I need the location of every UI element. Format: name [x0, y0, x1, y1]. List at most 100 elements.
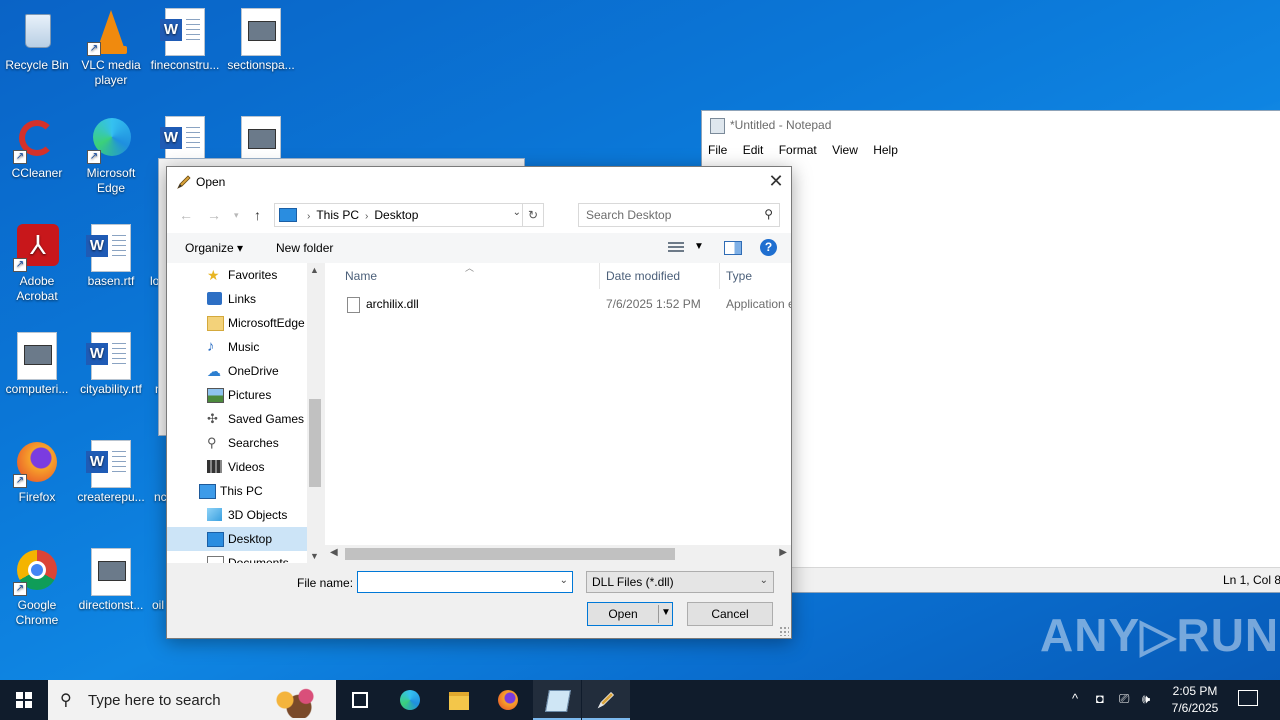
desktop-icon-vlc[interactable]: ↗ VLC media player	[74, 8, 148, 88]
scrollbar-thumb[interactable]	[345, 548, 675, 560]
menu-file[interactable]: File	[708, 143, 727, 157]
anyrun-watermark: ANY▷RUN	[1040, 609, 1280, 661]
nav-item-this-pc[interactable]: This PC	[167, 479, 307, 503]
desktop-icon-sectionspa[interactable]: sectionspa...	[224, 8, 298, 73]
file-name-input[interactable]: ⌄	[357, 571, 573, 593]
desktop-icon-cityability[interactable]: W cityability.rtf	[74, 332, 148, 397]
address-dropdown-icon[interactable]: ⌄	[513, 207, 521, 218]
new-folder-button[interactable]: New folder	[276, 241, 333, 255]
taskbar-open-dialog-app[interactable]	[582, 680, 630, 720]
nav-item-searches[interactable]: ⚲ Searches	[167, 431, 307, 455]
column-header-date-modified[interactable]: Date modified	[606, 263, 680, 289]
scroll-up-arrow-icon[interactable]: ▲	[310, 265, 319, 275]
menu-edit[interactable]: Edit	[743, 143, 764, 157]
chevron-up-icon[interactable]: ^	[1072, 691, 1078, 706]
refresh-icon[interactable]: ↻	[522, 204, 543, 226]
file-type-select[interactable]: DLL Files (*.dll) ⌄	[586, 571, 774, 593]
nav-item-music[interactable]: ♪ Music	[167, 335, 307, 359]
back-arrow-icon[interactable]: ←	[179, 207, 193, 223]
desktop-icon-basen[interactable]: W basen.rtf	[74, 224, 148, 289]
desktop-icon-chrome[interactable]: ↗ Google Chrome	[0, 548, 74, 628]
desktop-icon-firefox[interactable]: ↗ Firefox	[0, 440, 74, 505]
help-icon[interactable]: ?	[760, 239, 777, 256]
desktop-icon-computeri[interactable]: computeri...	[0, 332, 74, 397]
open-button[interactable]: Open ▼	[587, 602, 673, 626]
desktop-icon-edge[interactable]: ↗ Microsoft Edge	[74, 116, 148, 196]
meet-now-icon[interactable]: ◘	[1096, 691, 1104, 706]
this-pc-icon	[279, 208, 297, 222]
taskbar-search-box[interactable]: ⚲ Type here to search	[48, 680, 336, 720]
address-bar[interactable]: › This PC › Desktop ⌄ ↻	[274, 203, 544, 227]
menu-format[interactable]: Format	[779, 143, 817, 157]
open-options-dropdown-icon[interactable]: ▼	[661, 607, 671, 618]
organize-button[interactable]: Organize ▾	[185, 241, 243, 255]
word-document-icon: W	[160, 8, 209, 56]
scroll-left-arrow-icon[interactable]: ◀	[330, 547, 338, 558]
folder-icon	[207, 316, 224, 331]
notification-center-icon[interactable]	[1238, 690, 1258, 706]
breadcrumb-this-pc[interactable]: This PC	[316, 208, 359, 222]
column-divider[interactable]	[599, 263, 600, 289]
scrollbar-thumb[interactable]	[309, 399, 321, 487]
start-button[interactable]	[0, 680, 48, 720]
nav-item-saved-games[interactable]: ✣ Saved Games	[167, 407, 307, 431]
view-dropdown-icon[interactable]: ▼	[694, 241, 704, 252]
cancel-button[interactable]: Cancel	[687, 602, 773, 626]
desktop-icon-fineconstru[interactable]: W fineconstru...	[148, 8, 222, 73]
nav-item-favorites[interactable]: ★ Favorites	[167, 263, 307, 287]
breadcrumb-desktop[interactable]: Desktop	[374, 208, 418, 222]
desktop-icon-acrobat[interactable]: ⅄ ↗ Adobe Acrobat	[0, 224, 74, 304]
close-button[interactable]: ✕	[761, 167, 791, 197]
desktop-icon-recycle-bin[interactable]: Recycle Bin	[0, 8, 74, 73]
taskbar-firefox[interactable]	[484, 680, 532, 720]
notepad-titlebar[interactable]: *Untitled - Notepad	[702, 111, 1280, 139]
taskbar-notepad[interactable]	[533, 680, 581, 720]
dialog-toolbar: Organize ▾ New folder ▼ ?	[167, 233, 791, 263]
task-view-button[interactable]	[336, 680, 384, 720]
clock-date: 7/6/2025	[1171, 701, 1219, 715]
nav-item-3d-objects[interactable]: 3D Objects	[167, 503, 307, 527]
file-name-dropdown-icon[interactable]: ⌄	[560, 575, 568, 586]
scroll-down-arrow-icon[interactable]: ▼	[310, 551, 319, 561]
column-header-type[interactable]: Type	[726, 263, 752, 289]
file-list-horizontal-scrollbar[interactable]: ◀ ▶	[325, 545, 791, 563]
file-row[interactable]: archilix.dll 7/6/2025 1:52 PM Applicatio…	[341, 293, 791, 315]
nav-item-microsoftedge[interactable]: MicrosoftEdge	[167, 311, 307, 335]
column-divider[interactable]	[719, 263, 720, 289]
vlc-cone-icon: ↗	[87, 8, 135, 56]
menu-view[interactable]: View	[832, 143, 858, 157]
desktop-icon-createrepu[interactable]: W createrepu...	[74, 440, 148, 505]
scroll-right-arrow-icon[interactable]: ▶	[779, 547, 787, 558]
open-file-dialog[interactable]: Open ✕ ← → ▾ ↑ › This PC › Desktop ⌄ ↻ Sear…	[166, 166, 792, 639]
image-file-icon	[237, 116, 285, 164]
edge-browser-icon	[400, 690, 420, 710]
recent-locations-chevron-icon[interactable]: ▾	[234, 210, 239, 221]
pen-icon	[597, 691, 615, 709]
dialog-titlebar[interactable]: Open ✕	[167, 167, 791, 197]
taskbar-file-explorer[interactable]	[435, 680, 483, 720]
shortcut-arrow-icon: ↗	[87, 42, 101, 56]
search-input[interactable]: Search Desktop ⚲	[578, 203, 780, 227]
column-header-name[interactable]: Name	[345, 263, 377, 289]
system-clock[interactable]: 2:05 PM 7/6/2025	[1160, 683, 1230, 717]
preview-pane-icon[interactable]	[724, 241, 742, 255]
nav-item-pictures[interactable]: Pictures	[167, 383, 307, 407]
nav-item-onedrive[interactable]: ☁ OneDrive	[167, 359, 307, 383]
forward-arrow-icon[interactable]: →	[207, 207, 221, 223]
nav-item-videos[interactable]: Videos	[167, 455, 307, 479]
taskbar-edge[interactable]	[386, 680, 434, 720]
nav-item-desktop[interactable]: Desktop	[167, 527, 307, 551]
nav-item-links[interactable]: Links	[167, 287, 307, 311]
resize-grip-icon[interactable]	[779, 626, 789, 636]
up-arrow-icon[interactable]: ↑	[254, 207, 261, 223]
menu-help[interactable]: Help	[873, 143, 898, 157]
desktop-icon-ccleaner[interactable]: ↗ CCleaner	[0, 116, 74, 181]
desktop-icon-directionst[interactable]: directionst...	[74, 548, 148, 613]
view-options-icon[interactable]	[668, 242, 684, 253]
nav-item-documents[interactable]: Documents	[167, 551, 307, 563]
adobe-acrobat-icon: ⅄ ↗	[13, 224, 61, 272]
volume-icon[interactable]: 🕪	[1142, 691, 1150, 707]
network-icon[interactable]: ⎚	[1119, 691, 1129, 707]
nav-pane-scrollbar[interactable]: ▲ ▼	[307, 263, 323, 563]
search-highlight-image	[264, 682, 334, 718]
